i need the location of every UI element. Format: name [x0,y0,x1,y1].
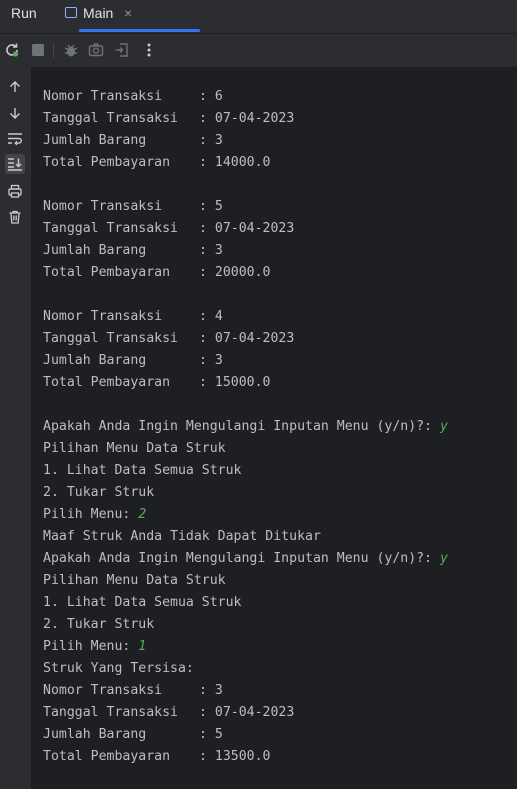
more-icon[interactable] [139,40,159,60]
active-tab-indicator [79,29,200,32]
rerun-icon[interactable] [2,40,22,60]
console-line: 2. Tukar Struk [43,485,155,500]
console-sidebar [0,67,31,789]
toolbar-divider [53,43,54,58]
tab-run-label[interactable]: Run [11,5,37,21]
soft-wrap-icon[interactable] [5,129,25,149]
user-input: 2 [138,507,147,522]
debug-icon[interactable] [61,40,81,60]
console-line: Jumlah Barang: 3 [43,133,223,148]
console-line: Nomor Transaksi: 6 [43,89,223,104]
console-line: 1. Lihat Data Semua Struk [43,595,242,610]
close-icon[interactable]: × [124,5,132,21]
window-icon [65,7,77,18]
console-line: Nomor Transaksi: 4 [43,309,223,324]
console-line: Nomor Transaksi: 3 [43,683,223,698]
console-line: Total Pembayaran: 20000.0 [43,265,271,280]
console-line: Maaf Struk Anda Tidak Dapat Ditukar [43,529,321,544]
user-input: y [439,419,448,434]
console-line: Jumlah Barang: 5 [43,727,223,742]
tool-window-tabbar: Run Main × [0,0,517,34]
console-line: Apakah Anda Ingin Mengulangi Inputan Men… [43,551,448,566]
console-line: Tanggal Transaksi: 07-04-2023 [43,705,295,720]
arrow-up-icon[interactable] [5,77,25,97]
user-input: y [439,551,448,566]
console-line: 2. Tukar Struk [43,617,155,632]
console-line: Total Pembayaran: 14000.0 [43,155,271,170]
console-line: Apakah Anda Ingin Mengulangi Inputan Men… [43,419,448,434]
console-line: Tanggal Transaksi: 07-04-2023 [43,111,295,126]
console-line: Jumlah Barang: 3 [43,353,223,368]
camera-icon[interactable] [86,40,106,60]
console-line: Tanggal Transaksi: 07-04-2023 [43,221,295,236]
exit-icon[interactable] [112,40,132,60]
console-line: Nomor Transaksi: 5 [43,199,223,214]
scroll-to-end-icon[interactable] [5,154,25,174]
arrow-down-icon[interactable] [5,103,25,123]
console-line: Total Pembayaran: 15000.0 [43,375,271,390]
trash-icon[interactable] [5,207,25,227]
console-line: Total Pembayaran: 13500.0 [43,749,271,764]
console-line: Pilih Menu: 2 [43,507,147,522]
console-line: Pilih Menu: 1 [43,639,147,654]
stop-icon[interactable] [28,40,48,60]
console-line: Struk Yang Tersisa: [43,661,194,676]
console-line: Pilihan Menu Data Struk [43,573,226,588]
console-line: Pilihan Menu Data Struk [43,441,226,456]
console-line: Jumlah Barang: 3 [43,243,223,258]
user-input: 1 [138,639,147,654]
run-toolbar [0,34,517,67]
console-output[interactable]: Nomor Transaksi: 6 Tanggal Transaksi: 07… [31,67,517,789]
console-line: 1. Lihat Data Semua Struk [43,463,242,478]
print-icon[interactable] [5,181,25,201]
console-line: Tanggal Transaksi: 07-04-2023 [43,331,295,346]
tab-main-label: Main [83,5,114,21]
